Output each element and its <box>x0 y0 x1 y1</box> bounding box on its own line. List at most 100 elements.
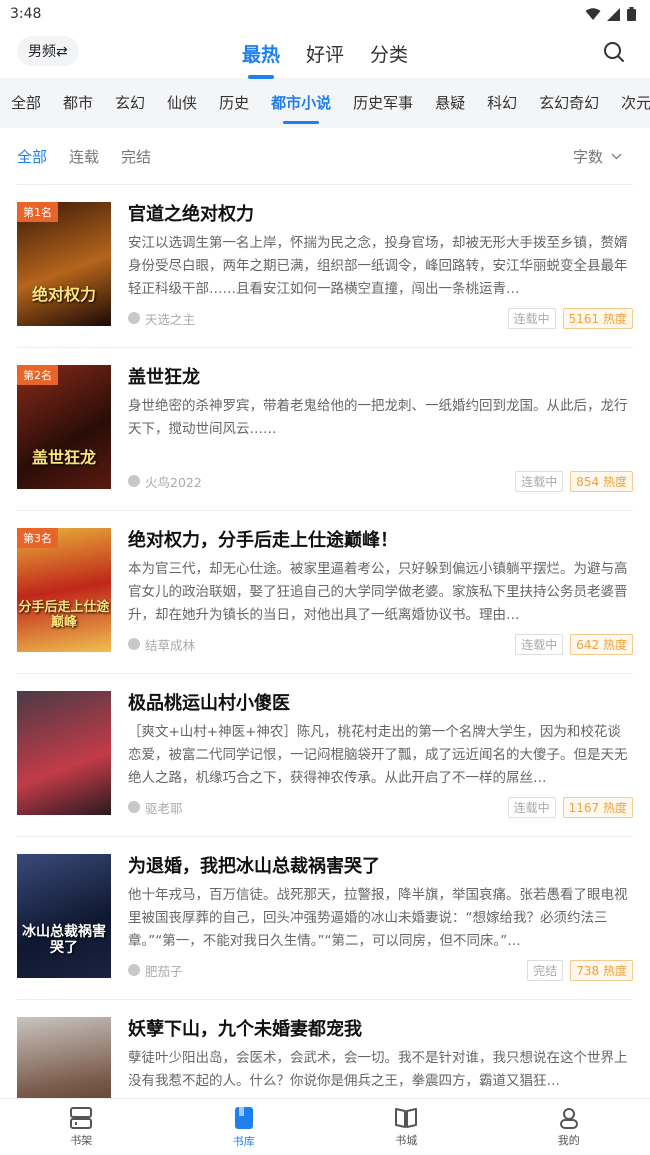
book-meta: 天选之主 连载中 5161 热度 <box>128 307 633 329</box>
book-desc: 本为官三代，却无心仕途。被家里逼着考公，只好躲到偏远小镇躺平摆烂。为避与高官女儿… <box>128 561 628 623</box>
book-list: 第1名 绝对权力 官道之绝对权力 安江以选调生第一名上岸，怀揣为民之念，投身官场… <box>0 185 650 1155</box>
nav-profile[interactable]: 我的 <box>488 1099 650 1155</box>
book-tags: 连载中 642 热度 <box>515 633 633 655</box>
book-tags: 连载中 854 热度 <box>515 470 633 492</box>
search-icon <box>604 42 624 62</box>
heat-badge: 738 热度 <box>570 959 633 981</box>
sort-button[interactable]: 字数 <box>573 146 622 167</box>
gender-switch-label: 男频⇄ <box>28 44 68 60</box>
nav-bookstore-label: 书城 <box>395 1133 418 1147</box>
cover-art <box>17 854 111 978</box>
author-name: 肥茄子 <box>145 963 183 979</box>
nav-library-label: 书库 <box>232 1134 255 1148</box>
filter-ongoing[interactable]: 连载 <box>69 146 99 167</box>
book-info: 极品桃运山村小傻医 ［爽文+山村+神医+神农］陈凡，桃花村走出的第一个名牌大学生… <box>128 689 633 818</box>
nav-bookshelf[interactable]: 书架 <box>0 1099 163 1155</box>
author-icon <box>128 638 140 650</box>
category-urban-novel[interactable]: 都市小说 <box>260 78 342 128</box>
author: 驱老耶 <box>128 798 183 817</box>
book-item[interactable]: 第2名 盖世狂龙 盖世狂龙 身世绝密的杀神罗宾，带着老鬼给他的一把龙刺、一纸婚约… <box>17 348 633 511</box>
book-desc: ［爽文+山村+神医+神农］陈凡，桃花村走出的第一个名牌大学生，因为和校花谈恋爱，… <box>128 724 628 786</box>
chevron-down-icon <box>611 153 622 160</box>
wifi-icon <box>585 7 601 20</box>
heat-badge: 642 热度 <box>570 633 633 655</box>
category-history[interactable]: 历史 <box>208 78 260 128</box>
book-title[interactable]: 盖世狂龙 <box>128 363 633 389</box>
category-xianxia[interactable]: 仙侠 <box>156 78 208 128</box>
book-meta: 火鸟2022 连载中 854 热度 <box>128 470 633 492</box>
cover-title: 冰山总裁祸害哭了 <box>22 924 106 956</box>
status-time: 3:48 <box>10 6 42 22</box>
book-info: 绝对权力，分手后走上仕途巅峰！ 本为官三代，却无心仕途。被家里逼着考公，只好躲到… <box>128 526 633 655</box>
category-anime[interactable]: 次元 <box>610 78 650 128</box>
filter-all[interactable]: 全部 <box>17 146 47 167</box>
nav-bookshelf-label: 书架 <box>70 1133 93 1147</box>
book-title[interactable]: 妖孽下山，九个未婚妻都宠我 <box>128 1015 633 1041</box>
book-cover[interactable]: 冰山总裁祸害哭了 <box>17 854 111 978</box>
category-scifi[interactable]: 科幻 <box>476 78 528 128</box>
tab-top-rated[interactable]: 好评 <box>304 40 346 67</box>
book-item[interactable]: 极品桃运山村小傻医 ［爽文+山村+神医+神农］陈凡，桃花村走出的第一个名牌大学生… <box>17 674 633 837</box>
heat-badge: 5161 热度 <box>562 307 633 329</box>
rank-badge: 第3名 <box>17 528 58 548</box>
sort-label: 字数 <box>572 148 603 166</box>
book-cover[interactable] <box>17 691 111 815</box>
book-item[interactable]: 第3名 分手后走上仕途巅峰 绝对权力，分手后走上仕途巅峰！ 本为官三代，却无心仕… <box>17 511 633 674</box>
book-title[interactable]: 极品桃运山村小傻医 <box>128 689 633 715</box>
book-cover[interactable]: 第2名 盖世狂龙 <box>17 365 111 489</box>
cover-title: 绝对权力 <box>31 285 96 304</box>
category-fantasy-magic[interactable]: 玄幻奇幻 <box>528 78 610 128</box>
book-item[interactable]: 冰山总裁祸害哭了 为退婚，我把冰山总裁祸害哭了 他十年戎马，百万信徒。战死那天，… <box>17 837 633 1000</box>
status-badge: 连载中 <box>515 470 564 492</box>
author-name: 火鸟2022 <box>145 474 202 490</box>
bottom-nav: 书架 书库 书城 我的 <box>0 1098 650 1155</box>
status-badge: 连载中 <box>507 307 556 329</box>
category-all[interactable]: 全部 <box>0 78 52 128</box>
category-fantasy[interactable]: 玄幻 <box>104 78 156 128</box>
cover-title: 分手后走上仕途巅峰 <box>18 600 110 630</box>
bookshelf-icon <box>70 1106 93 1129</box>
profile-icon <box>559 1107 578 1129</box>
nav-library[interactable]: 书库 <box>163 1099 326 1155</box>
battery-icon <box>627 7 636 21</box>
book-item[interactable]: 第1名 绝对权力 官道之绝对权力 安江以选调生第一名上岸，怀揣为民之念，投身官场… <box>17 185 633 348</box>
book-info: 为退婚，我把冰山总裁祸害哭了 他十年戎马，百万信徒。战死那天，拉警报，降半旗，举… <box>128 852 633 981</box>
search-button[interactable] <box>600 38 628 66</box>
rank-badge: 第2名 <box>17 365 58 385</box>
book-info: 盖世狂龙 身世绝密的杀神罗宾，带着老鬼给他的一把龙刺、一纸婚约回到龙国。从此后，… <box>128 363 633 492</box>
book-info: 官道之绝对权力 安江以选调生第一名上岸，怀揣为民之念，投身官场，却被无形大手拨至… <box>128 200 633 329</box>
filter-completed[interactable]: 完结 <box>121 146 151 167</box>
author-icon <box>128 801 140 813</box>
author-icon <box>128 475 140 487</box>
book-cover[interactable]: 第3名 分手后走上仕途巅峰 <box>17 528 111 652</box>
author-icon <box>128 312 140 324</box>
status-badge: 连载中 <box>515 633 564 655</box>
book-title[interactable]: 绝对权力，分手后走上仕途巅峰！ <box>128 526 633 552</box>
category-urban[interactable]: 都市 <box>52 78 104 128</box>
author: 肥茄子 <box>128 961 183 980</box>
nav-profile-label: 我的 <box>557 1133 580 1147</box>
library-icon <box>234 1106 253 1129</box>
book-desc: 安江以选调生第一名上岸，怀揣为民之念，投身官场，却被无形大手拨至乡镇，赘婿身份受… <box>128 235 628 297</box>
top-nav: 男频⇄ 最热 好评 分类 <box>0 28 650 78</box>
book-desc: 他十年戎马，百万信徒。战死那天，拉警报，降半旗，举国哀痛。张若愚看了眼电视里被国… <box>128 887 628 949</box>
bookstore-icon <box>395 1107 418 1128</box>
gender-switch-button[interactable]: 男频⇄ <box>17 36 79 66</box>
category-suspense[interactable]: 悬疑 <box>424 78 476 128</box>
book-cover[interactable]: 第1名 绝对权力 <box>17 202 111 326</box>
book-desc: 身世绝密的杀神罗宾，带着老鬼给他的一把龙刺、一纸婚约回到龙国。从此后，龙行天下，… <box>128 398 628 437</box>
author: 天选之主 <box>128 309 195 328</box>
book-tags: 连载中 1167 热度 <box>507 796 633 818</box>
author-name: 结草成林 <box>145 637 196 653</box>
heat-badge: 1167 热度 <box>562 796 633 818</box>
book-title[interactable]: 官道之绝对权力 <box>128 200 633 226</box>
status-badge: 完结 <box>527 959 564 981</box>
status-bar: 3:48 <box>0 0 650 28</box>
author: 火鸟2022 <box>128 472 202 491</box>
tab-categories[interactable]: 分类 <box>368 40 410 67</box>
category-history-military[interactable]: 历史军事 <box>342 78 424 128</box>
tab-hot[interactable]: 最热 <box>240 40 282 67</box>
book-title[interactable]: 为退婚，我把冰山总裁祸害哭了 <box>128 852 633 878</box>
author: 结草成林 <box>128 635 195 654</box>
nav-bookstore[interactable]: 书城 <box>325 1099 488 1155</box>
